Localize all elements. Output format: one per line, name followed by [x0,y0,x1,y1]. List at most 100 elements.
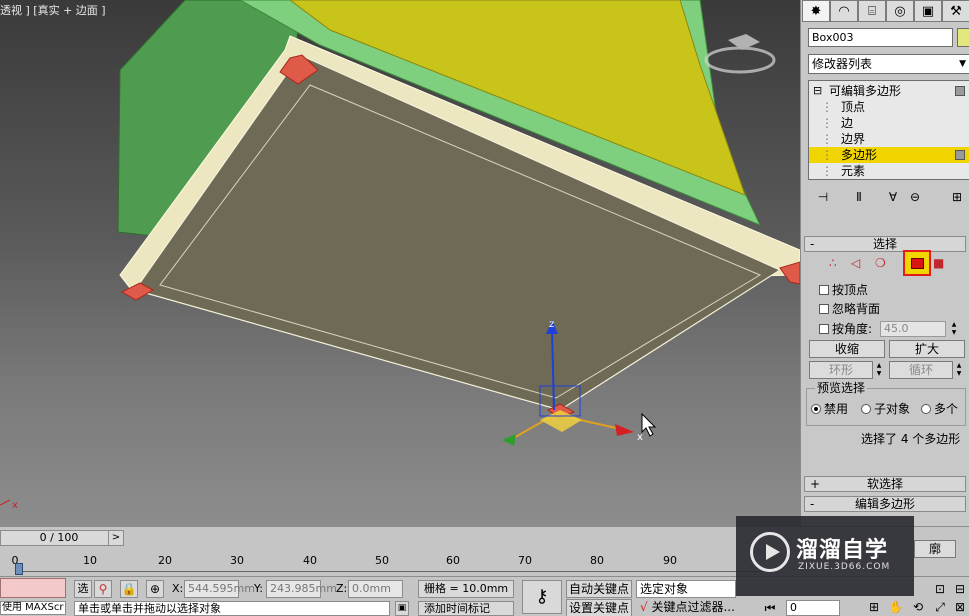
time-slider[interactable]: 0 / 100 [0,530,118,546]
maxscript-listener[interactable] [0,578,66,598]
preview-subobject-radio[interactable]: 子对象 [861,401,910,417]
add-time-tag-button[interactable]: 添加时间标记 [418,601,514,616]
viewport-label[interactable]: 透视 ] [真实 + 边面 ] [0,2,106,18]
display-icon[interactable]: ▣ [914,0,942,22]
selection-status: 选择了 4 个多边形 [861,432,961,446]
current-frame-field[interactable]: 0 [786,600,840,616]
tick-label: 60 [446,554,460,567]
zoom-all-icon[interactable]: ⊟ [952,581,968,597]
maximize-viewport-icon[interactable]: ⤢ [932,599,948,615]
tick-label: 50 [375,554,389,567]
chevron-down-icon: ▼ [959,59,966,69]
next-frame-button[interactable]: > [108,530,124,546]
field-of-view-icon[interactable]: ⊡ [932,581,948,597]
stack-item-element[interactable]: ⋮ 元素 [809,163,969,179]
y-label: Y: [254,582,263,595]
hierarchy-icon[interactable]: ⌸ [858,0,886,22]
min-max-toggle-icon[interactable]: ⊠ [952,599,968,615]
stack-item-polygon[interactable]: ⋮ 多边形 [809,147,969,163]
stack-toggle-icon[interactable] [955,150,965,160]
ring-button[interactable]: 环形 [809,361,873,379]
edge-mode-icon[interactable]: ◁ [851,256,860,270]
go-to-start-icon[interactable]: ⏮ [762,600,778,616]
grow-button[interactable]: 扩大 [889,340,965,358]
set-key-button[interactable]: 设置关键点 [566,599,632,616]
maxscript-label[interactable]: 使用 MAXScr [0,601,66,615]
shrink-button[interactable]: 收缩 [809,340,885,358]
tick-label: 80 [590,554,604,567]
watermark-title: 溜溜自学 [796,538,889,563]
edit-polygons-rollout-header[interactable]: - 编辑多边形 [804,496,966,512]
time-tag-icon[interactable]: ▣ [395,601,409,616]
x-label: X: [172,582,184,595]
stack-toolbar: ⊣ Ⅱ ∀ ⊖ ⊞ [808,186,969,208]
preview-disabled-radio[interactable]: 禁用 [811,401,848,417]
stack-item-vertex[interactable]: ⋮ 顶点 [809,99,969,115]
grid-size-display: 栅格 = 10.0mm [418,580,514,598]
prompt-line: 单击或单击并拖动以选择对象 [74,601,390,616]
lock-selection-icon[interactable]: 🔒 [120,580,138,598]
modifier-stack: ⊟ 可编辑多边形 ⋮ 顶点 ⋮ 边 ⋮ 边界 ⋮ 多边形 ⋮ 元素 [808,80,969,180]
absolute-mode-icon[interactable]: ⊕ [146,580,164,598]
object-name-field[interactable]: Box003 [808,28,953,47]
z-coordinate-field[interactable]: 0.0mm [348,580,403,598]
angle-spinner-field[interactable]: 45.0 [880,321,946,337]
current-time-marker[interactable] [15,563,23,575]
track-bar[interactable]: 0 10 20 30 40 50 60 70 80 90 [12,549,775,575]
ignore-backfacing-checkbox[interactable]: 忽略背面 [819,301,880,317]
stack-item-editable-poly[interactable]: ⊟ 可编辑多边形 [809,83,969,99]
selection-label[interactable]: 选 [74,580,92,598]
vertex-mode-icon[interactable]: ∴ [829,256,837,270]
collapse-icon[interactable]: ⊟ [813,83,822,99]
set-key-icon[interactable]: ⚷ [522,580,562,614]
soft-selection-rollout-header[interactable]: + 软选择 [804,476,966,492]
stack-toggle-icon[interactable] [955,86,965,96]
pan-hand-icon[interactable]: ✋ [888,599,904,615]
orbit-icon[interactable]: ⟲ [910,599,926,615]
stack-item-edge[interactable]: ⋮ 边 [809,115,969,131]
border-mode-icon[interactable]: ❍ [875,256,886,270]
perspective-viewport[interactable]: z x x 透视 ] [真实 + 边面 ] [0,0,800,526]
zoom-extents-icon[interactable]: ⊞ [866,599,882,615]
command-panel: ✸ ◠ ⌸ ◎ ▣ ⚒ Box003 修改器列表 ▼ ⊟ 可编辑多边形 ⋮ 顶点 … [800,0,969,526]
tick-label: 20 [158,554,172,567]
pin-stack-icon[interactable]: ⊣ [814,188,832,206]
key-filter-icon: √ [640,600,648,614]
x-coordinate-field[interactable]: 544.595mm [184,580,255,598]
tick-label: 10 [83,554,97,567]
utilities-icon[interactable]: ⚒ [942,0,969,22]
command-panel-tabs: ✸ ◠ ⌸ ◎ ▣ ⚒ [801,0,969,24]
auto-key-button[interactable]: 自动关键点 [566,580,632,598]
loop-spinner-icon[interactable]: ▲ ▼ [954,362,964,378]
element-mode-icon[interactable]: ■ [933,256,944,270]
ring-spinner-icon[interactable]: ▲ ▼ [874,362,884,378]
by-vertex-checkbox[interactable]: 按顶点 [819,282,868,298]
modify-icon[interactable]: ◠ [830,0,858,22]
configure-sets-icon[interactable]: ⊞ [948,188,966,206]
gizmo-z-label: z [549,319,554,330]
loop-button[interactable]: 循环 [889,361,953,379]
y-coordinate-field[interactable]: 243.985mm [266,580,337,598]
object-color-swatch[interactable] [957,28,969,47]
spinner-arrows-icon[interactable]: ▲ ▼ [949,321,959,337]
isolate-icon[interactable]: ⚲ [94,580,112,598]
by-angle-checkbox[interactable]: 按角度: [819,321,872,337]
watermark-url: ZIXUE.3D66.COM [798,562,891,572]
remove-modifier-icon[interactable]: ⊖ [906,188,924,206]
modifier-list-dropdown[interactable]: 修改器列表 ▼ [808,54,969,74]
motion-icon[interactable]: ◎ [886,0,914,22]
selection-set-dropdown[interactable]: 选定对象 [636,580,736,598]
show-end-result-icon[interactable]: Ⅱ [850,188,868,206]
create-icon[interactable]: ✸ [802,0,830,22]
outline-button[interactable]: 廓 [914,540,956,558]
tick-label: 30 [230,554,244,567]
key-filters-button[interactable]: √ 关键点过滤器... [636,599,746,616]
tick-label: 90 [663,554,677,567]
polygon-mode-icon[interactable] [903,250,931,276]
tick-label: 40 [303,554,317,567]
watermark-logo-icon [750,532,790,572]
viewcube[interactable] [704,34,776,74]
stack-item-border[interactable]: ⋮ 边界 [809,131,969,147]
preview-multi-radio[interactable]: 多个 [921,401,958,417]
make-unique-icon[interactable]: ∀ [884,188,902,206]
